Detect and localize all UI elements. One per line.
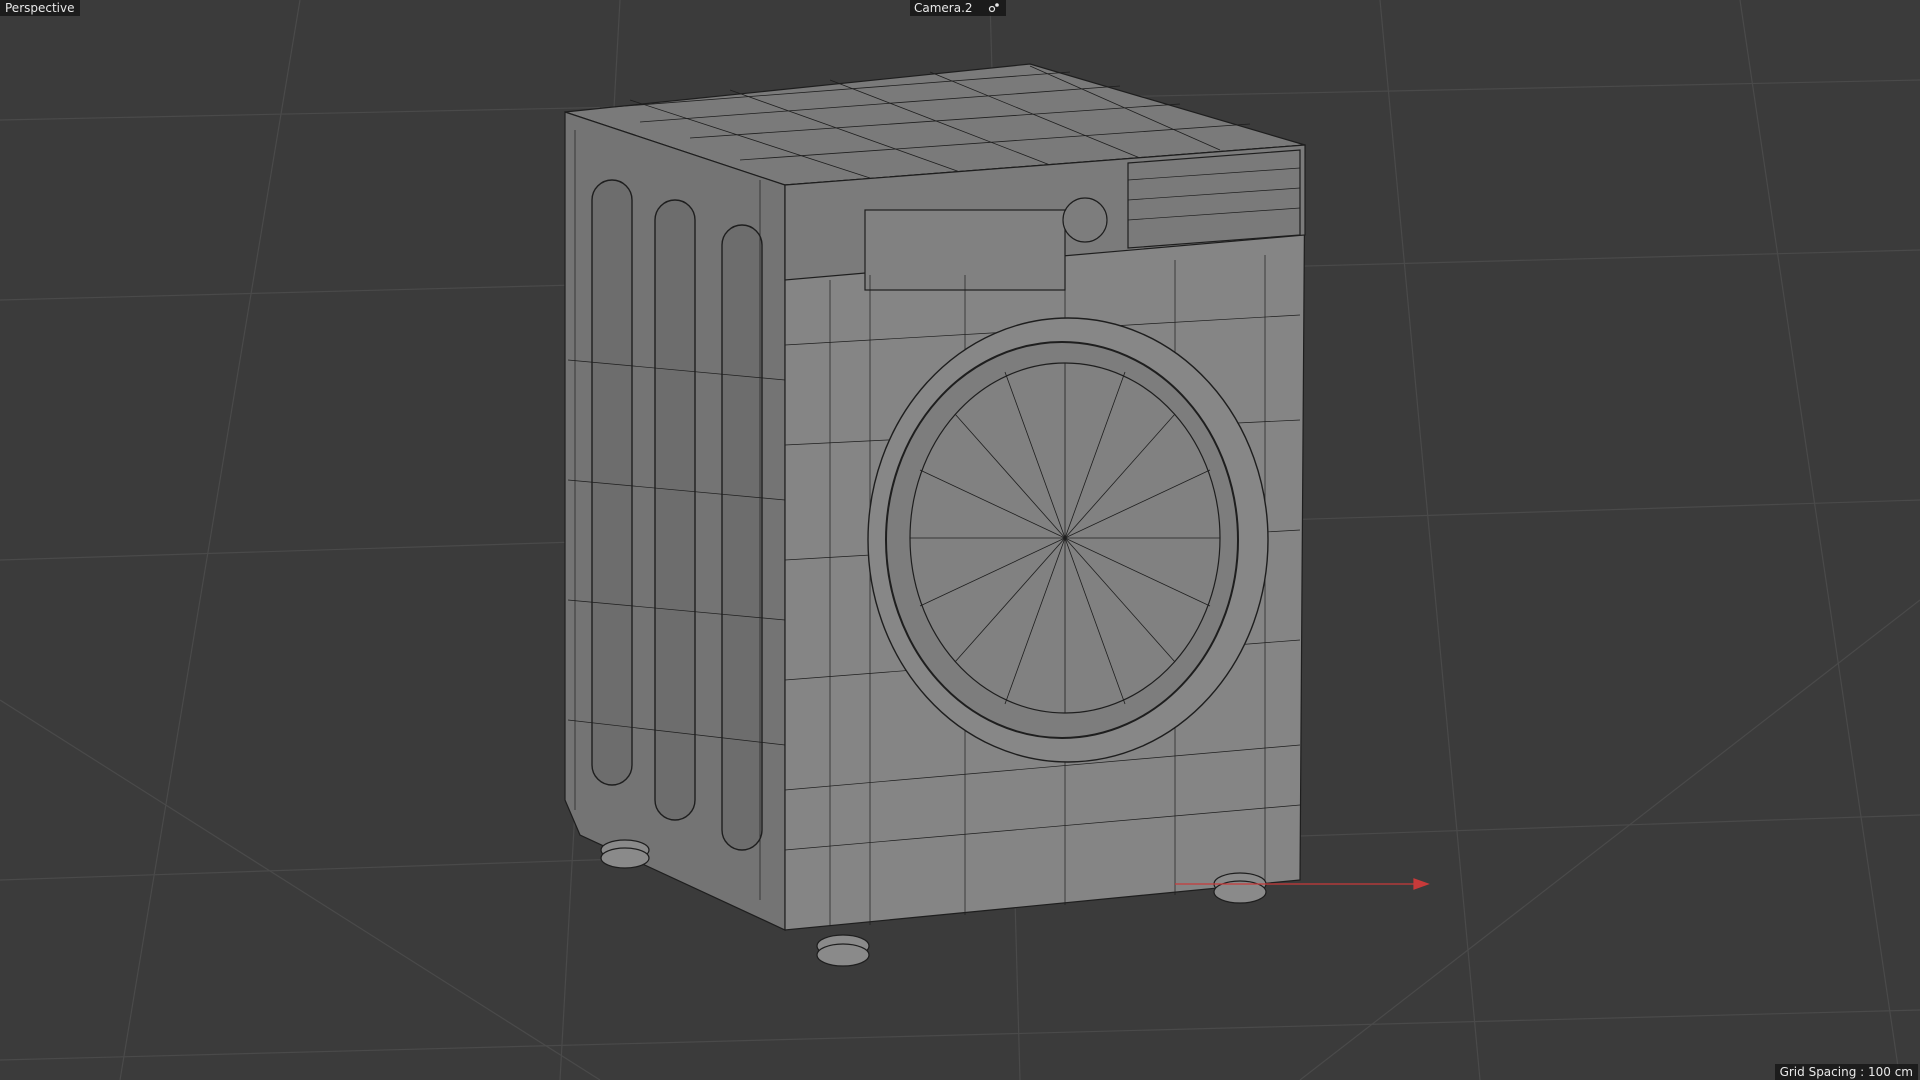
side-grooves [591, 179, 763, 851]
3d-viewport[interactable] [0, 0, 1920, 1080]
camera-target-icon[interactable] [988, 2, 1000, 14]
viewport-name-label[interactable]: Perspective [0, 0, 80, 16]
washing-machine-model[interactable] [564, 63, 1306, 967]
camera-selector[interactable]: Camera.2 [910, 0, 1006, 16]
door [867, 317, 1269, 763]
grid-spacing-label: Grid Spacing : 100 cm [1774, 1064, 1918, 1080]
camera-name: Camera.2 [914, 1, 973, 15]
